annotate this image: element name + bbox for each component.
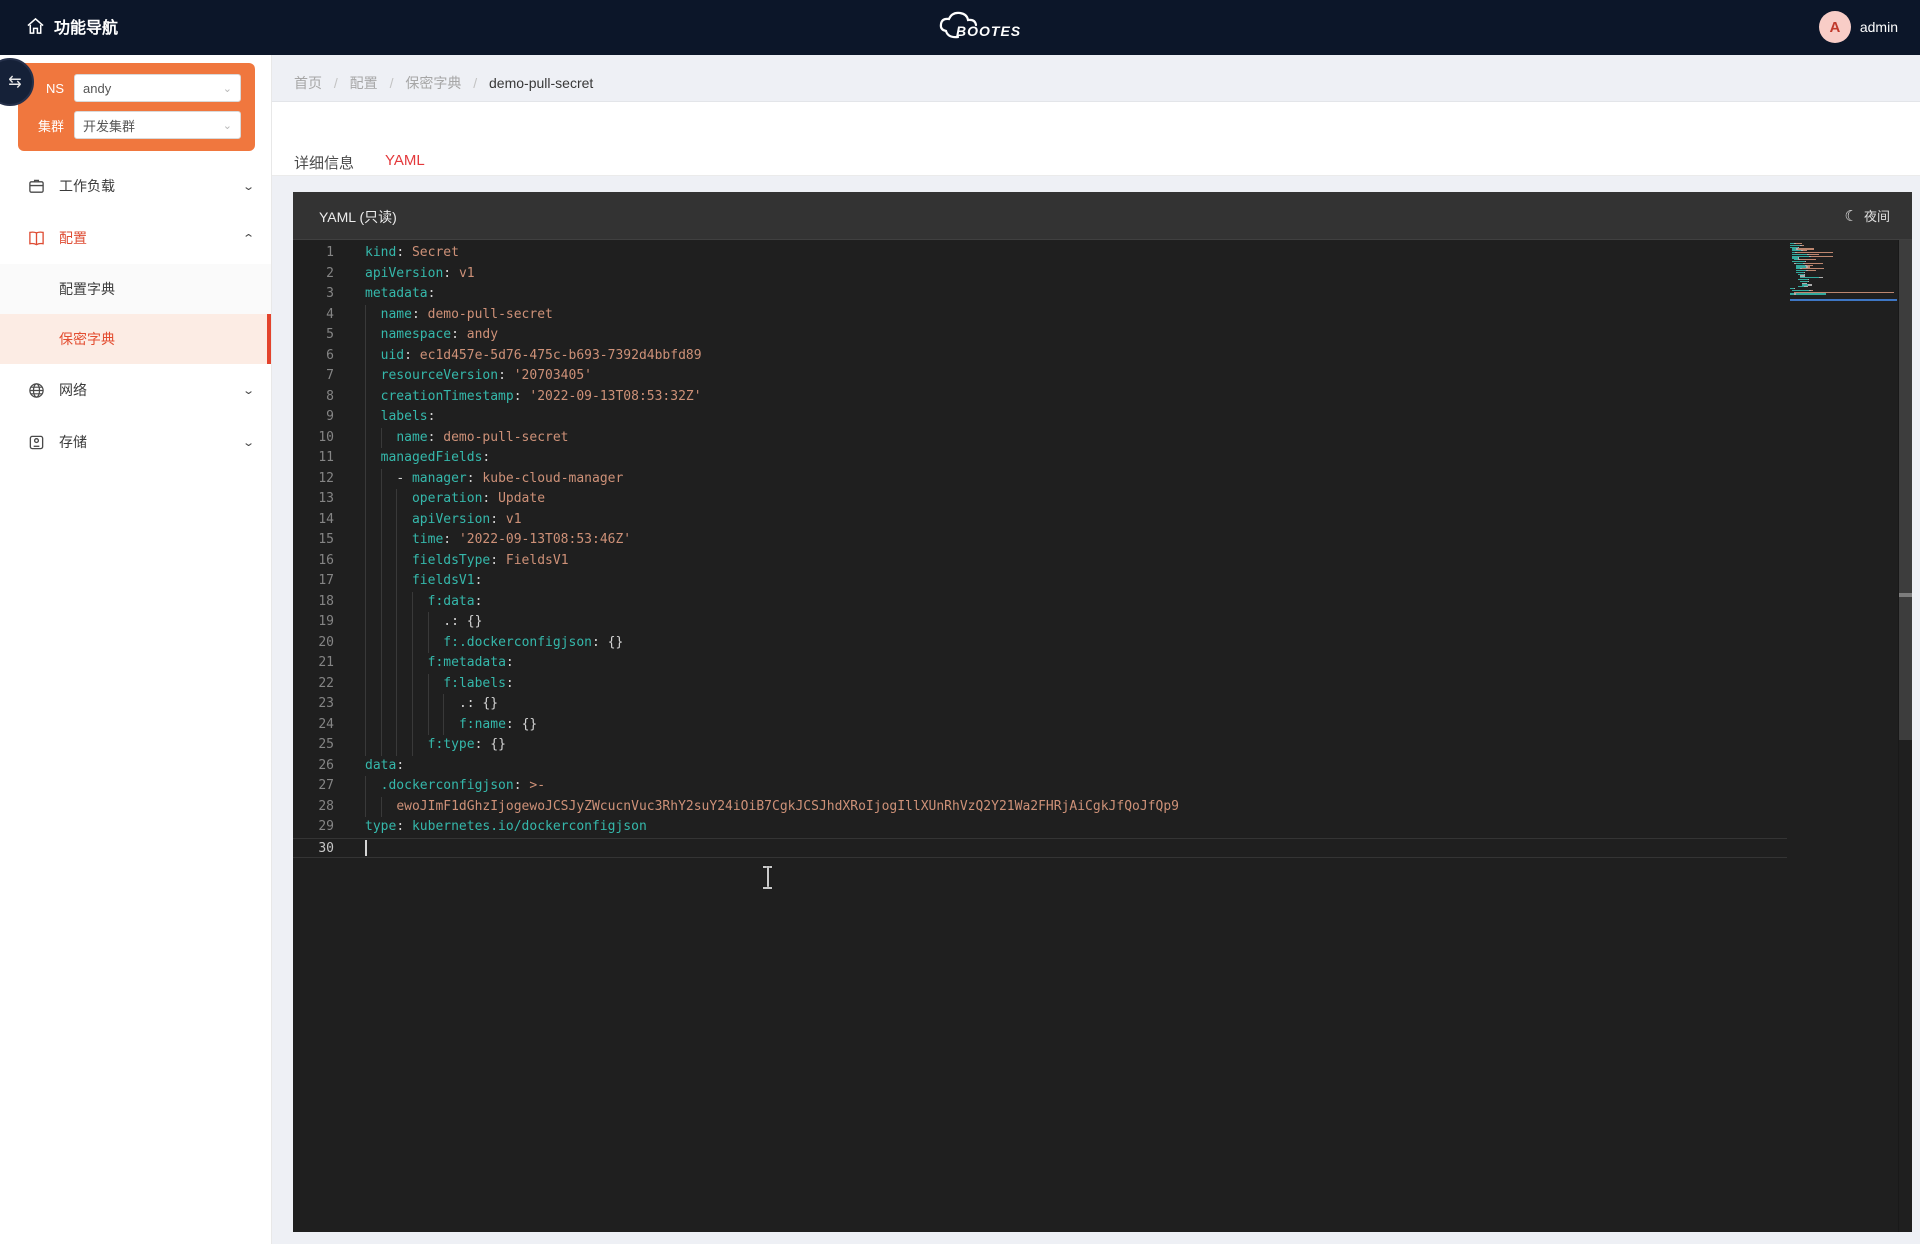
active-indicator: [267, 314, 271, 364]
workload-icon: [28, 178, 45, 195]
storage-icon: [28, 434, 45, 451]
top-navbar: 功能导航 BOOTES A admin: [0, 0, 1920, 55]
chevron-up-icon: ⌃: [242, 232, 255, 245]
chevron-down-icon: ⌄: [242, 180, 255, 193]
namespace-select[interactable]: andy ⌄: [74, 74, 241, 102]
username: admin: [1860, 19, 1898, 35]
code-line[interactable]: 27.dockerconfigjson: >-: [293, 776, 1787, 797]
yaml-editor-panel: YAML (只读) ☾ 夜间 1kind: Secret2apiVersion:…: [293, 192, 1912, 1232]
sidebar-item-label: 保密字典: [59, 329, 115, 349]
code-line[interactable]: 17fieldsV1:: [293, 571, 1787, 592]
avatar: A: [1819, 11, 1851, 43]
code-line[interactable]: 12- manager: kube-cloud-manager: [293, 469, 1787, 490]
code-line[interactable]: 14apiVersion: v1: [293, 510, 1787, 531]
function-nav-label: 功能导航: [54, 14, 118, 38]
user-menu[interactable]: A admin: [1819, 11, 1898, 43]
breadcrumb-current: demo-pull-secret: [489, 75, 593, 91]
code-line[interactable]: 11managedFields:: [293, 448, 1787, 469]
code-line[interactable]: 13operation: Update: [293, 489, 1787, 510]
breadcrumb: 首页 / 配置 / 保密字典 / demo-pull-secret: [294, 73, 593, 93]
minimap-current-line: [1790, 299, 1897, 301]
code-line[interactable]: 20f:.dockerconfigjson: {}: [293, 633, 1787, 654]
code-line[interactable]: 23.: {}: [293, 694, 1787, 715]
code-line[interactable]: 18f:data:: [293, 592, 1787, 613]
code-line[interactable]: 30: [293, 838, 1787, 859]
breadcrumb-config[interactable]: 配置: [350, 75, 378, 91]
editor-title: YAML (只读): [319, 207, 397, 227]
breadcrumb-secret[interactable]: 保密字典: [405, 75, 461, 91]
config-icon: [28, 230, 45, 247]
cluster-select[interactable]: 开发集群 ⌄: [74, 111, 241, 139]
namespace-value: andy: [83, 81, 223, 96]
chevron-down-icon: ⌄: [223, 119, 232, 132]
breadcrumb-separator: /: [473, 75, 477, 91]
cluster-value: 开发集群: [83, 116, 223, 135]
chevron-down-icon: ⌄: [242, 384, 255, 397]
night-mode-toggle[interactable]: ☾ 夜间: [1845, 206, 1890, 225]
code-line[interactable]: 19.: {}: [293, 612, 1787, 633]
editor-scrollbar[interactable]: [1898, 240, 1912, 1232]
code-line[interactable]: 28ewoJImF1dGhzIjogewoJCSJyZWcucnVuc3RhY2…: [293, 797, 1787, 818]
code-line[interactable]: 21f:metadata:: [293, 653, 1787, 674]
sidebar-item-network[interactable]: 网络 ⌄: [0, 364, 271, 416]
network-icon: [28, 382, 45, 399]
code-line[interactable]: 6uid: ec1d457e-5d76-475c-b693-7392d4bbfd…: [293, 346, 1787, 367]
function-nav-button[interactable]: 功能导航: [26, 14, 118, 38]
code-line[interactable]: 7resourceVersion: '20703405': [293, 366, 1787, 387]
bootes-logo: BOOTES: [930, 8, 1040, 48]
sidebar-item-label: 存储: [59, 432, 244, 452]
sidebar-item-label: 网络: [59, 380, 244, 400]
ns-label: NS: [28, 81, 74, 96]
breadcrumb-home[interactable]: 首页: [294, 75, 322, 91]
chevron-down-icon: ⌄: [223, 82, 232, 95]
tab-bar: 详细信息 YAML: [272, 102, 1920, 176]
tab-yaml[interactable]: YAML: [385, 152, 425, 169]
sidebar-menu: 工作负载 ⌄ 配置 ⌃ 配置字典 保密字典 网络: [0, 160, 271, 468]
sidebar-item-workloads[interactable]: 工作负载 ⌄: [0, 160, 271, 212]
sidebar-item-config[interactable]: 配置 ⌃: [0, 212, 271, 264]
breadcrumb-separator: /: [334, 75, 338, 91]
code-area[interactable]: 1kind: Secret2apiVersion: v13metadata:4n…: [293, 243, 1912, 858]
chevron-down-icon: ⌄: [242, 436, 255, 449]
code-line[interactable]: 8creationTimestamp: '2022-09-13T08:53:32…: [293, 387, 1787, 408]
scrollbar-thumb[interactable]: [1899, 240, 1912, 740]
sidebar: ⇆ NS andy ⌄ 集群 开发集群 ⌄ 工作负载 ⌄: [0, 55, 272, 1244]
code-line[interactable]: 26data:: [293, 756, 1787, 777]
code-line[interactable]: 15time: '2022-09-13T08:53:46Z': [293, 530, 1787, 551]
logo-text: BOOTES: [956, 23, 1021, 39]
sidebar-item-storage[interactable]: 存储 ⌄: [0, 416, 271, 468]
sidebar-item-secret[interactable]: 保密字典: [0, 314, 271, 364]
code-line[interactable]: 29type: kubernetes.io/dockerconfigjson: [293, 817, 1787, 838]
collapse-icon: ⇆: [8, 72, 21, 92]
editor-header: YAML (只读) ☾ 夜间: [293, 192, 1912, 240]
night-mode-label: 夜间: [1864, 206, 1890, 225]
code-line[interactable]: 3metadata:: [293, 284, 1787, 305]
tab-details[interactable]: 详细信息: [294, 152, 354, 173]
code-line[interactable]: 4name: demo-pull-secret: [293, 305, 1787, 326]
code-line[interactable]: 5namespace: andy: [293, 325, 1787, 346]
sidebar-item-label: 配置字典: [59, 279, 115, 299]
sidebar-item-configmap[interactable]: 配置字典: [0, 264, 271, 314]
overview-cursor-marker: [1899, 593, 1912, 597]
text-cursor-pointer: [762, 866, 773, 889]
moon-icon: ☾: [1845, 207, 1858, 225]
cluster-label: 集群: [28, 116, 74, 135]
code-line[interactable]: 25f:type: {}: [293, 735, 1787, 756]
home-icon: [26, 17, 45, 35]
sidebar-item-label: 配置: [59, 228, 244, 248]
code-line[interactable]: 16fieldsType: FieldsV1: [293, 551, 1787, 572]
breadcrumb-separator: /: [390, 75, 394, 91]
main-content: 首页 / 配置 / 保密字典 / demo-pull-secret 详细信息 Y…: [272, 55, 1920, 1244]
code-line[interactable]: 10name: demo-pull-secret: [293, 428, 1787, 449]
namespace-cluster-panel: NS andy ⌄ 集群 开发集群 ⌄: [18, 63, 255, 151]
code-line[interactable]: 24f:name: {}: [293, 715, 1787, 736]
code-line[interactable]: 22f:labels:: [293, 674, 1787, 695]
sidebar-item-label: 工作负载: [59, 176, 244, 196]
code-line[interactable]: 2apiVersion: v1: [293, 264, 1787, 285]
editor-body: 1kind: Secret2apiVersion: v13metadata:4n…: [293, 240, 1912, 1232]
minimap[interactable]: [1790, 243, 1897, 301]
code-line[interactable]: 9labels:: [293, 407, 1787, 428]
code-line[interactable]: 1kind: Secret: [293, 243, 1787, 264]
